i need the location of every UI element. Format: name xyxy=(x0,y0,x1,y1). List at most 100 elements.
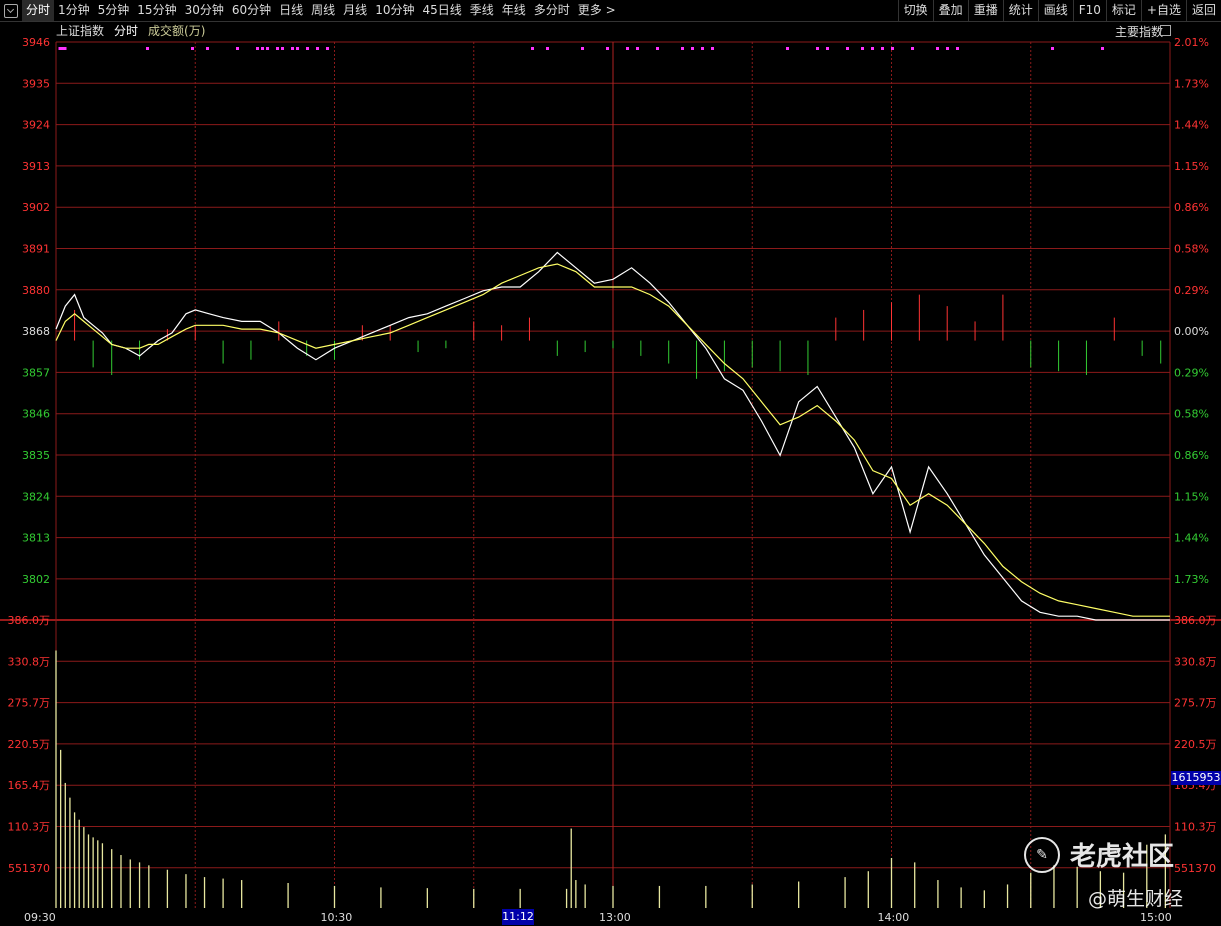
pct-tick-label: 0.86% xyxy=(1174,201,1209,214)
signal-marker xyxy=(261,47,264,50)
intraday-label[interactable]: 分时 xyxy=(114,22,138,39)
volume-tick-label: 220.5万 xyxy=(8,738,51,751)
volume-label: 成交额(万) xyxy=(148,24,206,38)
price-tick-label: 3891 xyxy=(22,243,50,256)
switch-button[interactable]: 切换 xyxy=(897,0,933,21)
draw-button[interactable]: 画线 xyxy=(1037,0,1073,21)
signal-marker xyxy=(861,47,864,50)
signal-marker xyxy=(281,47,284,50)
price-tick-label: 3880 xyxy=(22,284,50,297)
tab-more[interactable]: 更多 > xyxy=(574,0,620,21)
signal-marker xyxy=(546,47,549,50)
signal-marker xyxy=(276,47,279,50)
signal-marker xyxy=(636,47,639,50)
action-buttons: 切换 叠加 重播 统计 画线 F10 标记 +自选 返回 xyxy=(897,0,1221,21)
signal-marker xyxy=(581,47,584,50)
signal-marker xyxy=(256,47,259,50)
tab-15min[interactable]: 15分钟 xyxy=(133,0,180,21)
watermark-brand: ✎ 老虎社区 xyxy=(1024,836,1174,873)
signal-marker xyxy=(63,47,67,50)
main-index-button[interactable]: 主要指数 xyxy=(1115,23,1163,40)
tab-monthly[interactable]: 月线 xyxy=(339,0,371,21)
tab-daily[interactable]: 日线 xyxy=(275,0,307,21)
mark-button[interactable]: 标记 xyxy=(1105,0,1141,21)
pct-tick-label: 0.29% xyxy=(1174,284,1209,297)
tab-60min[interactable]: 60分钟 xyxy=(228,0,275,21)
tiger-logo-icon: ✎ xyxy=(1024,836,1060,873)
tab-45day[interactable]: 45日线 xyxy=(418,0,465,21)
volume-tick-label: 110.3万 xyxy=(8,821,51,834)
signal-marker xyxy=(191,47,194,50)
signal-marker xyxy=(146,47,149,50)
pct-tick-label: 1.44% xyxy=(1174,532,1209,545)
pct-tick-label: 0.86% xyxy=(1174,449,1209,462)
signal-marker xyxy=(846,47,849,50)
tab-30min[interactable]: 30分钟 xyxy=(181,0,228,21)
signal-marker xyxy=(531,47,534,50)
replay-button[interactable]: 重播 xyxy=(967,0,1003,21)
tab-weekly[interactable]: 周线 xyxy=(307,0,339,21)
tab-quarterly[interactable]: 季线 xyxy=(466,0,498,21)
signal-marker xyxy=(606,47,609,50)
volume-tick-label: 275.7万 xyxy=(8,697,51,710)
time-tick-label: 15:00 xyxy=(1140,911,1172,924)
price-tick-label: 3824 xyxy=(22,490,50,503)
signal-marker xyxy=(871,47,874,50)
volume-tick-label-right: 220.5万 xyxy=(1174,738,1217,751)
signal-marker xyxy=(936,47,939,50)
price-tick-label: 3857 xyxy=(22,366,50,379)
tab-10min[interactable]: 10分钟 xyxy=(371,0,418,21)
signal-marker xyxy=(306,47,309,50)
pct-tick-label: 0.58% xyxy=(1174,408,1209,421)
tab-intraday[interactable]: 分时 xyxy=(22,0,55,21)
period-tabs: 分时 1分钟 5分钟 15分钟 30分钟 60分钟 日线 周线 月线 10分钟 … xyxy=(0,0,620,21)
time-tick-label: 10:30 xyxy=(321,911,353,924)
price-tick-label: 3913 xyxy=(22,160,50,173)
signal-marker xyxy=(266,47,269,50)
cursor-time-label: 11:12 xyxy=(502,909,534,925)
chart-canvas: 3946 2.01% 3935 1.73% 3924 1.44% 3913 1.15% 3902… xyxy=(0,36,1221,924)
price-tick-label: 3902 xyxy=(22,201,50,214)
volume-tick-label: 330.8万 xyxy=(8,655,51,668)
signal-marker xyxy=(316,47,319,50)
price-tick-label: 3935 xyxy=(22,77,50,90)
overlay-button[interactable]: 叠加 xyxy=(932,0,968,21)
signal-marker xyxy=(701,47,704,50)
watermark-author: @萌生财经 xyxy=(1088,888,1184,910)
index-name: 上证指数 xyxy=(56,24,105,38)
index-toggle-icon[interactable] xyxy=(1160,25,1171,36)
signal-marker xyxy=(911,47,914,50)
signal-marker xyxy=(296,47,299,50)
back-button[interactable]: 返回 xyxy=(1185,0,1221,21)
signal-marker xyxy=(711,47,714,50)
signal-marker xyxy=(236,47,239,50)
pct-tick-label: 2.01% xyxy=(1174,36,1209,49)
signal-marker xyxy=(656,47,659,50)
signal-marker xyxy=(326,47,329,50)
pct-tick-label: 1.44% xyxy=(1174,119,1209,132)
price-tick-label: 3813 xyxy=(22,532,50,545)
tab-yearly[interactable]: 年线 xyxy=(498,0,530,21)
tab-5min[interactable]: 5分钟 xyxy=(94,0,134,21)
pct-tick-label: 0.29% xyxy=(1174,366,1209,379)
menu-icon[interactable] xyxy=(4,3,18,18)
pct-tick-label: 1.15% xyxy=(1174,490,1209,503)
pct-tick-label: 1.73% xyxy=(1174,77,1209,90)
tab-1min[interactable]: 1分钟 xyxy=(54,0,94,21)
volume-tick-label-right: 551370 xyxy=(1174,862,1216,875)
signal-marker xyxy=(891,47,894,50)
signal-marker xyxy=(206,47,209,50)
f10-button[interactable]: F10 xyxy=(1072,0,1106,21)
signal-marker xyxy=(816,47,819,50)
pct-tick-label: 0.00% xyxy=(1174,325,1209,338)
stats-button[interactable]: 统计 xyxy=(1002,0,1038,21)
price-tick-label: 3924 xyxy=(22,119,50,132)
tab-multi-intraday[interactable]: 多分时 xyxy=(530,0,574,21)
signal-marker xyxy=(881,47,884,50)
volume-tick-label: 386.0万 xyxy=(8,614,51,627)
add-watchlist-button[interactable]: +自选 xyxy=(1140,0,1186,21)
signal-marker xyxy=(626,47,629,50)
toolbar: 分时 1分钟 5分钟 15分钟 30分钟 60分钟 日线 周线 月线 10分钟 … xyxy=(0,0,1221,22)
price-tick-label: 3868 xyxy=(22,325,50,338)
signal-marker xyxy=(826,47,829,50)
